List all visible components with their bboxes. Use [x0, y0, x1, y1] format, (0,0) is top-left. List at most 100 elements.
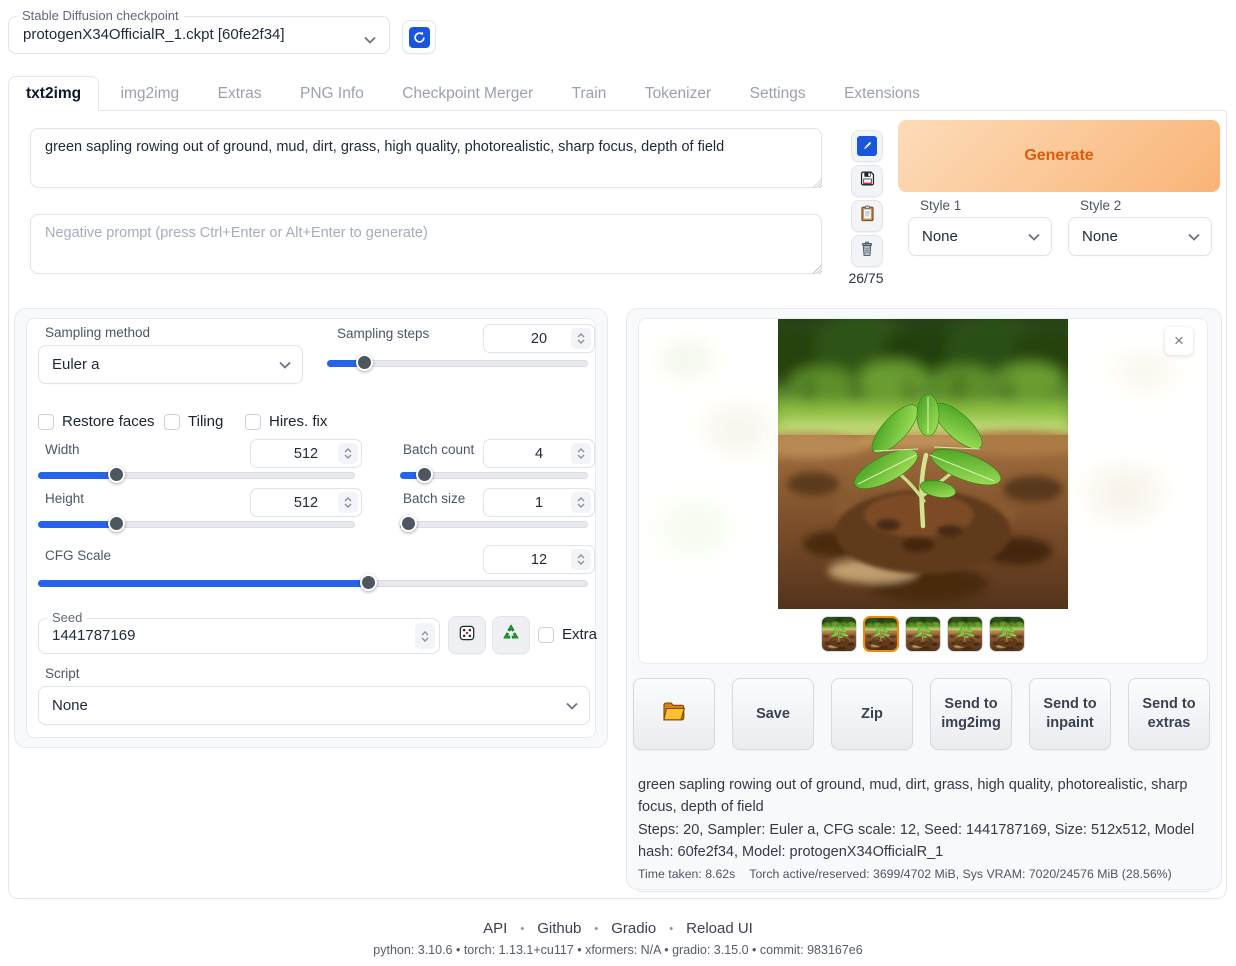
checkbox-icon[interactable]	[38, 414, 54, 430]
send-to-img2img-button[interactable]: Send to img2img	[930, 678, 1012, 750]
cfg-scale-input[interactable]: 12	[483, 545, 595, 574]
seed-label: Seed	[47, 610, 87, 625]
sampling-steps-input[interactable]: 20	[483, 324, 595, 353]
prompt-input[interactable]: green sapling rowing out of ground, mud,…	[30, 128, 822, 188]
info-params-text: Steps: 20, Sampler: Euler a, CFG scale: …	[638, 819, 1210, 864]
footer-link-github[interactable]: Github	[537, 920, 581, 937]
width-slider[interactable]	[38, 466, 355, 482]
footer-versions: python: 3.10.6 • torch: 1.13.1+cu117 • x…	[0, 943, 1236, 957]
gallery-card: ×	[638, 318, 1208, 664]
height-label: Height	[45, 491, 84, 506]
footer-link-reload-ui[interactable]: Reload UI	[686, 920, 753, 937]
spinner-arrows-icon[interactable]	[338, 492, 358, 513]
height-value: 512	[294, 495, 318, 511]
batch-size-input[interactable]: 1	[483, 488, 595, 517]
footer-link-gradio[interactable]: Gradio	[611, 920, 656, 937]
hires-fix-checkbox[interactable]: Hires. fix	[245, 413, 327, 430]
batch-count-slider[interactable]	[400, 466, 588, 482]
tab-checkpoint-merger[interactable]: Checkpoint Merger	[385, 77, 550, 111]
gallery-thumbnail-2-selected[interactable]	[863, 616, 899, 652]
generation-info: green sapling rowing out of ground, mud,…	[638, 774, 1210, 892]
chevron-down-icon	[1188, 233, 1200, 241]
tab-txt2img[interactable]: txt2img	[8, 76, 99, 111]
generate-button[interactable]: Generate	[898, 120, 1220, 192]
spinner-arrows-icon[interactable]	[415, 623, 435, 649]
tab-tokenizer[interactable]: Tokenizer	[628, 77, 728, 111]
tiling-label: Tiling	[188, 413, 223, 430]
spinner-arrows-icon[interactable]	[571, 549, 591, 570]
tab-train[interactable]: Train	[555, 77, 624, 111]
checkpoint-dropdown[interactable]: Stable Diffusion checkpoint protogenX34O…	[8, 16, 390, 54]
zip-button[interactable]: Zip	[831, 678, 913, 750]
height-input[interactable]: 512	[250, 488, 362, 517]
random-seed-button[interactable]	[448, 616, 486, 654]
generated-image[interactable]	[778, 319, 1068, 609]
extra-seed-checkbox[interactable]: Extra	[538, 626, 597, 643]
negative-prompt-input[interactable]	[30, 214, 822, 274]
style1-value: None	[909, 228, 1028, 245]
sampling-method-value: Euler a	[39, 356, 279, 373]
footer-link-api[interactable]: API	[483, 920, 507, 937]
spinner-arrows-icon[interactable]	[338, 443, 358, 464]
style2-dropdown[interactable]: None	[1068, 217, 1212, 256]
save-button[interactable]: Save	[732, 678, 814, 750]
style1-dropdown[interactable]: None	[908, 217, 1052, 256]
cfg-scale-label: CFG Scale	[45, 548, 111, 563]
checkpoint-value: protogenX34OfficialR_1.ckpt [60fe2f34]	[23, 26, 285, 43]
restore-faces-checkbox[interactable]: Restore faces	[38, 413, 155, 430]
send-to-inpaint-button[interactable]: Send to inpaint	[1029, 678, 1111, 750]
clear-prompt-button[interactable]	[851, 235, 883, 267]
paintbrush-icon	[857, 136, 877, 156]
tab-settings[interactable]: Settings	[733, 77, 823, 111]
apply-style-button[interactable]	[851, 200, 883, 232]
reuse-seed-button[interactable]	[492, 616, 530, 654]
floppy-disk-icon	[858, 169, 877, 193]
recycle-icon	[500, 622, 522, 649]
send-to-extras-button[interactable]: Send to extras	[1128, 678, 1210, 750]
bullet-separator: •	[520, 923, 524, 935]
batch-count-input[interactable]: 4	[483, 439, 595, 468]
checkbox-icon[interactable]	[245, 414, 261, 430]
dice-icon	[457, 623, 477, 648]
checkbox-icon[interactable]	[164, 414, 180, 430]
height-slider[interactable]	[38, 515, 355, 531]
interrogate-style-button[interactable]	[851, 130, 883, 162]
resize-handle-icon[interactable]	[812, 264, 822, 274]
bullet-separator: •	[669, 923, 673, 935]
spinner-arrows-icon[interactable]	[571, 443, 591, 464]
sampling-method-dropdown[interactable]: Euler a	[38, 345, 303, 384]
sampling-steps-label: Sampling steps	[337, 326, 429, 341]
sampling-steps-slider[interactable]	[327, 354, 588, 370]
gallery-thumbnail-1[interactable]	[821, 616, 857, 652]
close-gallery-button[interactable]: ×	[1165, 327, 1193, 355]
tab-extras[interactable]: Extras	[201, 77, 279, 111]
stable-diffusion-webui: Stable Diffusion checkpoint protogenX34O…	[0, 0, 1236, 966]
refresh-checkpoint-button[interactable]	[402, 20, 436, 54]
script-dropdown[interactable]: None	[38, 686, 590, 725]
info-vram-usage: Torch active/reserved: 3699/4702 MiB, Sy…	[749, 867, 1171, 881]
chevron-down-icon	[279, 361, 291, 369]
gallery-thumbnail-5[interactable]	[989, 616, 1025, 652]
checkbox-icon[interactable]	[538, 627, 554, 643]
open-folder-button[interactable]	[633, 678, 715, 750]
cfg-scale-slider[interactable]	[38, 574, 588, 590]
save-style-button[interactable]	[851, 165, 883, 197]
batch-count-label: Batch count	[403, 442, 474, 457]
tab-png-info[interactable]: PNG Info	[283, 77, 381, 111]
refresh-icon	[409, 27, 430, 48]
gallery-thumbnail-4[interactable]	[947, 616, 983, 652]
style2-label: Style 2	[1080, 198, 1121, 213]
tab-img2img[interactable]: img2img	[104, 77, 197, 111]
seed-input[interactable]: Seed 1441787169	[38, 618, 440, 654]
gallery-thumbnail-3[interactable]	[905, 616, 941, 652]
tab-extensions[interactable]: Extensions	[827, 77, 937, 111]
width-input[interactable]: 512	[250, 439, 362, 468]
batch-size-slider[interactable]	[400, 515, 588, 531]
tiling-checkbox[interactable]: Tiling	[164, 413, 223, 430]
gallery-prev-image[interactable]	[639, 319, 777, 609]
gallery-next-image[interactable]	[1069, 319, 1207, 609]
info-prompt-text: green sapling rowing out of ground, mud,…	[638, 774, 1210, 819]
spinner-arrows-icon[interactable]	[571, 492, 591, 513]
spinner-arrows-icon[interactable]	[571, 328, 591, 349]
resize-handle-icon[interactable]	[812, 178, 822, 188]
